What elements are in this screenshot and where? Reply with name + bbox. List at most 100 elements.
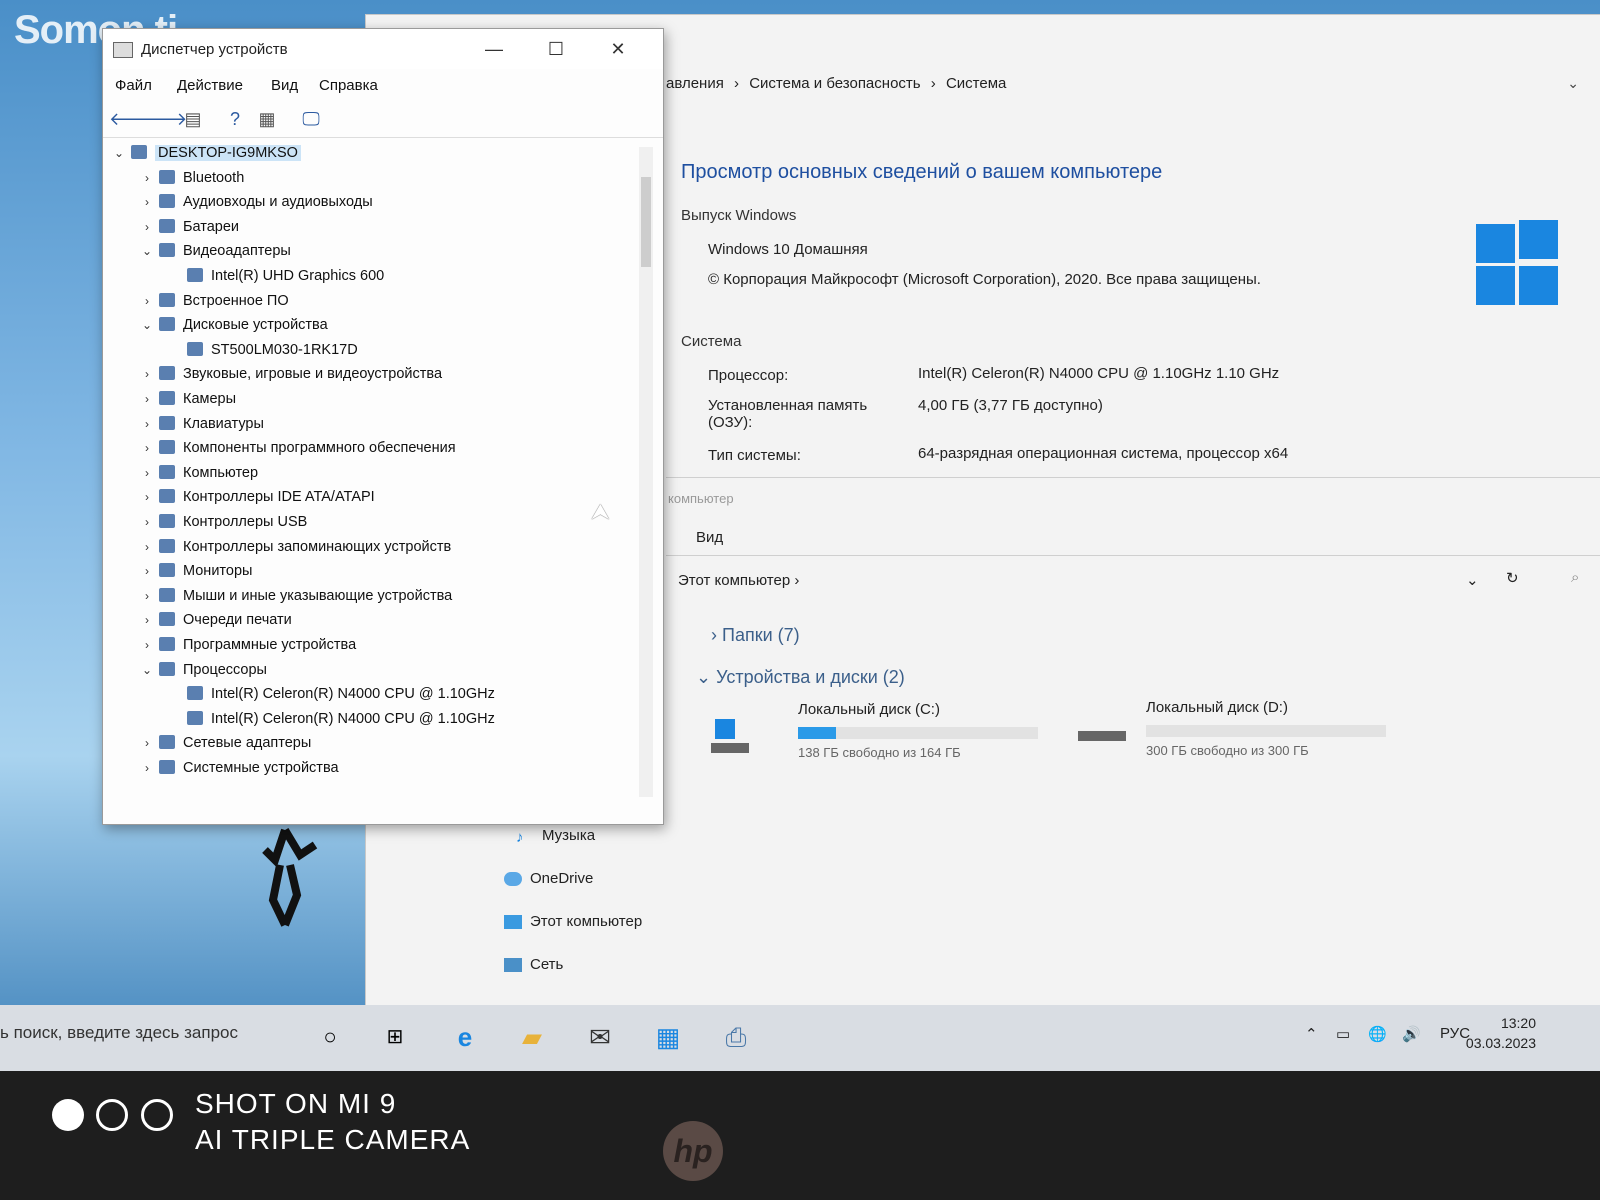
tree-node-label: Контроллеры запоминающих устройств (183, 538, 452, 555)
chevron-right-icon[interactable]: › (139, 195, 155, 209)
taskbar: ь поиск, введите здесь запрос ○ ⊞ e ▰ ✉ … (0, 1005, 1600, 1071)
menu-file[interactable]: Файл (115, 77, 152, 94)
disk-c-name[interactable]: Локальный диск (C:) (798, 701, 940, 718)
menu-action[interactable]: Действие (177, 77, 243, 94)
chevron-right-icon[interactable]: › (139, 638, 155, 652)
chevron-right-icon[interactable]: › (139, 392, 155, 406)
tree-node[interactable]: › Встроенное ПО (139, 292, 289, 315)
speaker-icon[interactable]: 🔊 (1402, 1025, 1421, 1043)
chevron-down-icon[interactable]: ⌄ (139, 663, 155, 677)
camera-lens-dots (52, 1099, 181, 1131)
disk-d-name[interactable]: Локальный диск (D:) (1146, 699, 1288, 716)
monitor-scan-icon[interactable]: 🖵 (299, 107, 323, 131)
back-arrow-icon[interactable]: 🡐 (109, 107, 157, 131)
device-category-icon (159, 464, 175, 479)
chevron-right-icon[interactable]: › (139, 613, 155, 627)
menu-view[interactable]: Вид (271, 77, 298, 94)
chevron-right-icon[interactable]: › (139, 540, 155, 554)
tree-node[interactable]: › Контроллеры запоминающих устройств (139, 538, 452, 561)
chevron-down-icon[interactable]: ⌄ (111, 146, 127, 160)
breadcrumb-item[interactable]: Система (946, 75, 1006, 92)
chevron-right-icon[interactable]: › (139, 490, 155, 504)
nav-item-this-pc[interactable]: Этот компьютер (504, 913, 642, 930)
chevron-down-icon[interactable]: ⌄ (1567, 75, 1579, 92)
tree-node[interactable]: › Компоненты программного обеспечения (139, 440, 456, 462)
chevron-right-icon[interactable]: › (139, 294, 155, 308)
nav-item-label: Сеть (530, 956, 564, 973)
tree-node[interactable]: › Системные устройства (139, 760, 339, 782)
nav-item-music[interactable]: ♪ Музыка (516, 827, 595, 846)
tree-node[interactable]: › Камеры (139, 391, 236, 413)
chevron-down-icon[interactable]: ⌄ (1466, 571, 1479, 589)
task-view-icon[interactable]: ⊞ (375, 1017, 415, 1057)
tree-node[interactable]: Intel(R) Celeron(R) N4000 CPU @ 1.10GHz (167, 686, 495, 708)
chevron-down-icon[interactable]: ⌄ (139, 318, 155, 332)
vertical-scrollbar[interactable] (639, 147, 653, 797)
scrollbar-thumb[interactable] (641, 177, 651, 267)
tree-node[interactable]: › Мониторы (139, 563, 252, 585)
tree-node[interactable]: › Сетевые адаптеры (139, 735, 311, 757)
tree-node[interactable]: ⌄ Дисковые устройства (139, 317, 328, 339)
device-manager-taskbar-icon[interactable]: ⎙ (716, 1017, 756, 1057)
tree-node[interactable]: › Программные устройства (139, 637, 356, 659)
cortana-icon[interactable]: ○ (310, 1017, 350, 1057)
breadcrumb-item[interactable]: авления (666, 75, 724, 92)
chevron-right-icon[interactable]: › (139, 761, 155, 775)
search-box[interactable]: ь поиск, введите здесь запрос (0, 1023, 238, 1043)
chevron-right-icon[interactable]: › (139, 171, 155, 185)
properties-icon[interactable]: ▤ (181, 107, 205, 131)
nav-item-network[interactable]: Сеть (504, 956, 563, 973)
tree-node[interactable]: ST500LM030-1RK17D (167, 341, 358, 364)
mail-icon[interactable]: ✉ (580, 1017, 620, 1057)
menu-help[interactable]: Справка (319, 77, 378, 94)
title-bar[interactable]: Диспетчер устройств — ☐ ✕ (103, 29, 663, 69)
tree-node[interactable]: › Компьютер (139, 464, 258, 487)
view-icon[interactable]: ▦ (255, 107, 279, 131)
chevron-right-icon[interactable]: › (139, 515, 155, 529)
chevron-right-icon[interactable]: › (139, 589, 155, 603)
chevron-down-icon[interactable]: ⌄ (139, 244, 155, 258)
devices-group-header[interactable]: ⌄ Устройства и диски (2) (696, 667, 905, 688)
chevron-right-icon[interactable]: › (139, 736, 155, 750)
folders-group-header[interactable]: › Папки (7) (711, 625, 800, 646)
clock[interactable]: 13:20 03.03.2023 (1466, 1013, 1536, 1053)
tree-node[interactable]: › Аудиовходы и аудиовыходы (139, 194, 373, 216)
chevron-right-icon[interactable]: › (139, 417, 155, 431)
tree-node[interactable]: › Контроллеры USB (139, 514, 307, 536)
file-explorer-icon[interactable]: ▰ (512, 1017, 552, 1057)
nav-item-onedrive[interactable]: OneDrive (504, 870, 593, 887)
tree-node[interactable]: › Мыши и иные указывающие устройства (139, 587, 452, 610)
tree-node[interactable]: › Очереди печати (139, 612, 292, 634)
tree-node[interactable]: › Bluetooth (139, 169, 244, 192)
tree-node[interactable]: › Батареи (139, 218, 239, 241)
chevron-right-icon[interactable]: › (139, 564, 155, 578)
chevron-right-icon[interactable]: › (139, 367, 155, 381)
tree-node[interactable]: › Контроллеры IDE ATA/ATAPI (139, 489, 375, 511)
close-button[interactable]: ✕ (595, 35, 641, 63)
minimize-button[interactable]: — (471, 35, 517, 63)
tree-node[interactable]: ⌄ Процессоры (139, 661, 267, 684)
chevron-right-icon[interactable]: › (139, 466, 155, 480)
address-bar[interactable]: Этот компьютер › (678, 572, 799, 589)
forward-arrow-icon[interactable]: 🡒 (139, 107, 187, 131)
breadcrumb-item[interactable]: Система и безопасность (749, 75, 920, 92)
chevron-right-icon[interactable]: › (139, 441, 155, 455)
tree-node[interactable]: Intel(R) UHD Graphics 600 (167, 268, 384, 290)
refresh-icon[interactable]: ↻ (1506, 569, 1519, 587)
globe-icon[interactable]: 🌐 (1368, 1025, 1387, 1043)
tree-node[interactable]: Intel(R) Celeron(R) N4000 CPU @ 1.10GHz (167, 710, 495, 733)
battery-icon[interactable]: ▭ (1336, 1025, 1350, 1043)
chevron-right-icon[interactable]: › (139, 220, 155, 234)
tree-node[interactable]: › Клавиатуры (139, 415, 264, 438)
breadcrumb[interactable]: авления › Система и безопасность › Систе… (666, 75, 1012, 92)
tree-node[interactable]: › Звуковые, игровые и видеоустройства (139, 366, 442, 388)
store-icon[interactable]: ▦ (648, 1017, 688, 1057)
search-icon[interactable]: ⌕ (1571, 569, 1579, 586)
edge-icon[interactable]: e (445, 1017, 485, 1057)
maximize-button[interactable]: ☐ (533, 35, 579, 63)
tree-node[interactable]: ⌄ Видеоадаптеры (139, 243, 291, 265)
help-icon[interactable]: ? (223, 107, 247, 131)
view-tab[interactable]: Вид (696, 529, 723, 546)
tree-node[interactable]: ⌄ DESKTOP-IG9MKSO (111, 145, 301, 167)
chevron-up-icon[interactable]: ⌃ (1305, 1025, 1318, 1043)
